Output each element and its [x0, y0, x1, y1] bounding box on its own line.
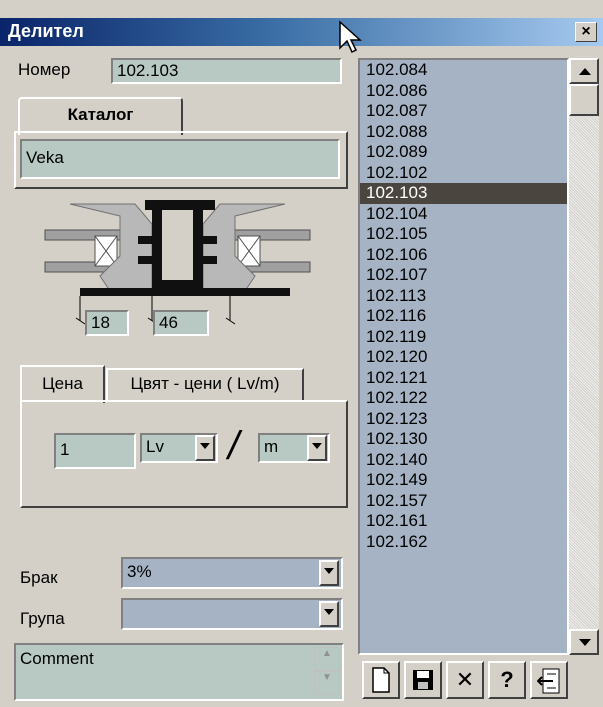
group-label: Група — [20, 609, 65, 628]
list-item[interactable]: 102.102 — [360, 163, 567, 184]
dimension-left-field[interactable]: 18 — [85, 310, 129, 336]
list-item[interactable]: 102.162 — [360, 532, 567, 553]
close-button[interactable]: × — [575, 22, 597, 42]
list-item[interactable]: 102.120 — [360, 347, 567, 368]
exit-icon — [536, 668, 560, 694]
currency-value: Lv — [146, 437, 164, 456]
scroll-up-icon[interactable] — [569, 58, 599, 84]
list-item[interactable]: 102.140 — [360, 450, 567, 471]
save-button[interactable] — [404, 661, 442, 699]
list-item[interactable]: 102.106 — [360, 245, 567, 266]
list-item[interactable]: 102.105 — [360, 224, 567, 245]
list-item[interactable]: 102.122 — [360, 388, 567, 409]
list-item[interactable]: 102.121 — [360, 368, 567, 389]
tab-color-prices[interactable]: Цвят - цени ( Lv/m) — [106, 368, 304, 400]
tab-price[interactable]: Цена — [20, 365, 105, 403]
title-bar[interactable]: Делител × — [0, 18, 603, 46]
comment-field[interactable]: Comment — [14, 643, 344, 701]
list-item[interactable]: 102.149 — [360, 470, 567, 491]
list-item[interactable]: 102.087 — [360, 101, 567, 122]
list-item[interactable]: 102.086 — [360, 81, 567, 102]
list-scrollbar[interactable] — [569, 58, 599, 655]
scroll-up-icon[interactable]: ▲ — [314, 647, 340, 671]
list-item[interactable]: 102.084 — [360, 60, 567, 81]
list-item[interactable]: 102.103 — [360, 183, 567, 204]
list-item[interactable]: 102.104 — [360, 204, 567, 225]
list-item[interactable]: 102.089 — [360, 142, 567, 163]
number-field[interactable]: 102.103 — [111, 58, 342, 84]
defect-value: 3% — [127, 562, 152, 581]
list-item[interactable]: 102.157 — [360, 491, 567, 512]
tab-catalog[interactable]: Каталог — [18, 97, 183, 135]
chevron-down-icon[interactable] — [319, 601, 339, 627]
chevron-down-icon[interactable] — [307, 435, 327, 461]
list-item[interactable]: 102.161 — [360, 511, 567, 532]
new-document-icon — [372, 667, 390, 693]
chevron-down-icon[interactable] — [195, 435, 215, 461]
new-document-button[interactable] — [362, 661, 400, 699]
number-label: Номер — [18, 60, 71, 79]
catalog-field[interactable]: Veka — [20, 139, 340, 179]
dimension-right-field[interactable]: 46 — [153, 310, 209, 336]
group-select[interactable] — [121, 598, 343, 630]
delete-button[interactable]: ✕ — [446, 661, 484, 699]
list-item[interactable]: 102.107 — [360, 265, 567, 286]
delete-icon: ✕ — [455, 667, 475, 692]
save-icon — [413, 670, 433, 690]
slash-separator: / — [228, 424, 240, 468]
help-button[interactable]: ? — [488, 661, 526, 699]
list-item[interactable]: 102.119 — [360, 327, 567, 348]
defect-select[interactable]: 3% — [121, 557, 343, 589]
help-icon: ? — [500, 667, 514, 692]
scroll-down-icon[interactable] — [569, 629, 599, 655]
window-title: Делител — [8, 21, 84, 41]
price-field[interactable]: 1 — [54, 433, 136, 469]
list-item[interactable]: 102.123 — [360, 409, 567, 430]
comment-scrollbar[interactable]: ▲ ▼ — [314, 647, 340, 697]
unit-value: m — [264, 437, 279, 456]
chevron-down-icon[interactable] — [319, 560, 339, 586]
scroll-down-icon[interactable]: ▼ — [314, 671, 340, 695]
list-item[interactable]: 102.113 — [360, 286, 567, 307]
mouse-cursor-icon — [339, 20, 362, 54]
list-item[interactable]: 102.088 — [360, 122, 567, 143]
defect-label: Брак — [20, 568, 58, 587]
list-item[interactable]: 102.116 — [360, 306, 567, 327]
exit-button[interactable] — [530, 661, 568, 699]
profile-list[interactable]: 102.084 102.086 102.087 102.088 102.089 102.1… — [358, 58, 569, 655]
scroll-thumb[interactable] — [569, 84, 599, 116]
list-item[interactable]: 102.130 — [360, 429, 567, 450]
